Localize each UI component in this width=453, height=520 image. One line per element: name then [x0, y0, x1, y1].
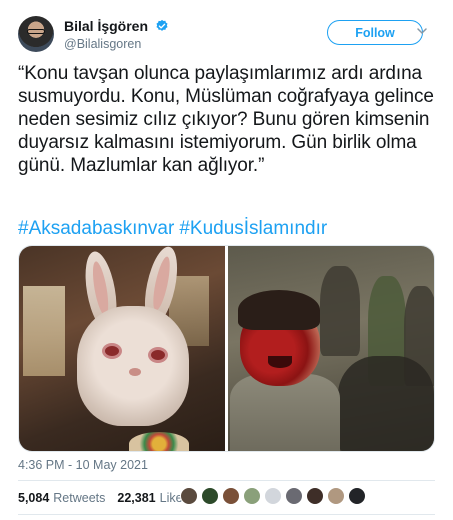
- retweets-label: Retweets: [53, 491, 106, 505]
- tweet-stats: 5,084 Retweets 22,381 Likes: [18, 491, 197, 505]
- hashtag-link[interactable]: #Kudusİslamındır: [179, 218, 327, 239]
- avatar-glasses: [27, 29, 45, 34]
- child-mouth: [268, 356, 292, 368]
- bunny-photo[interactable]: [19, 246, 225, 451]
- liker-avatar[interactable]: [327, 487, 345, 505]
- photo-window: [23, 286, 65, 376]
- user-handle[interactable]: @Bilalisgoren: [64, 37, 169, 51]
- retweets-count: 5,084: [18, 491, 50, 505]
- follow-button[interactable]: Follow: [327, 20, 423, 45]
- tweet-timestamp[interactable]: 4:36 PM - 10 May 2021: [18, 458, 148, 472]
- bunny-nose: [129, 368, 141, 376]
- cereal-bowl: [129, 432, 189, 451]
- background-person: [320, 266, 360, 356]
- chevron-down-icon[interactable]: [416, 25, 428, 37]
- background-person: [338, 356, 434, 451]
- media-grid: [18, 245, 435, 452]
- user-info: Bilal İşgören @Bilalisgoren: [64, 17, 169, 51]
- liker-avatar[interactable]: [222, 487, 240, 505]
- child-hair: [238, 290, 320, 330]
- bunny-eye: [151, 350, 165, 360]
- liker-avatar[interactable]: [348, 487, 366, 505]
- bunny-head: [77, 306, 189, 426]
- hashtag-link[interactable]: #Aksadabaskınvar: [18, 218, 174, 239]
- likes-stat[interactable]: 22,381 Likes: [117, 491, 188, 505]
- likes-count: 22,381: [117, 491, 156, 505]
- liker-avatar[interactable]: [180, 487, 198, 505]
- divider: [18, 514, 435, 515]
- child-photo[interactable]: [228, 246, 434, 451]
- hashtags: #Aksadabaskınvar #Kudusİslamındır: [18, 217, 332, 240]
- retweets-stat[interactable]: 5,084 Retweets: [18, 491, 105, 505]
- liker-avatar[interactable]: [264, 487, 282, 505]
- bunny-eye: [105, 346, 119, 356]
- liker-avatar[interactable]: [201, 487, 219, 505]
- tweet-header: Bilal İşgören @Bilalisgoren Follow: [18, 16, 439, 56]
- liker-avatars: [180, 487, 366, 505]
- liker-avatar[interactable]: [306, 487, 324, 505]
- divider: [18, 480, 435, 481]
- avatar[interactable]: [18, 16, 54, 52]
- verified-badge-icon: [156, 19, 169, 31]
- tweet-text: “Konu tavşan olunca paylaşımlarımız ardı…: [18, 63, 434, 176]
- user-name[interactable]: Bilal İşgören: [64, 18, 148, 34]
- liker-avatar[interactable]: [243, 487, 261, 505]
- liker-avatar[interactable]: [285, 487, 303, 505]
